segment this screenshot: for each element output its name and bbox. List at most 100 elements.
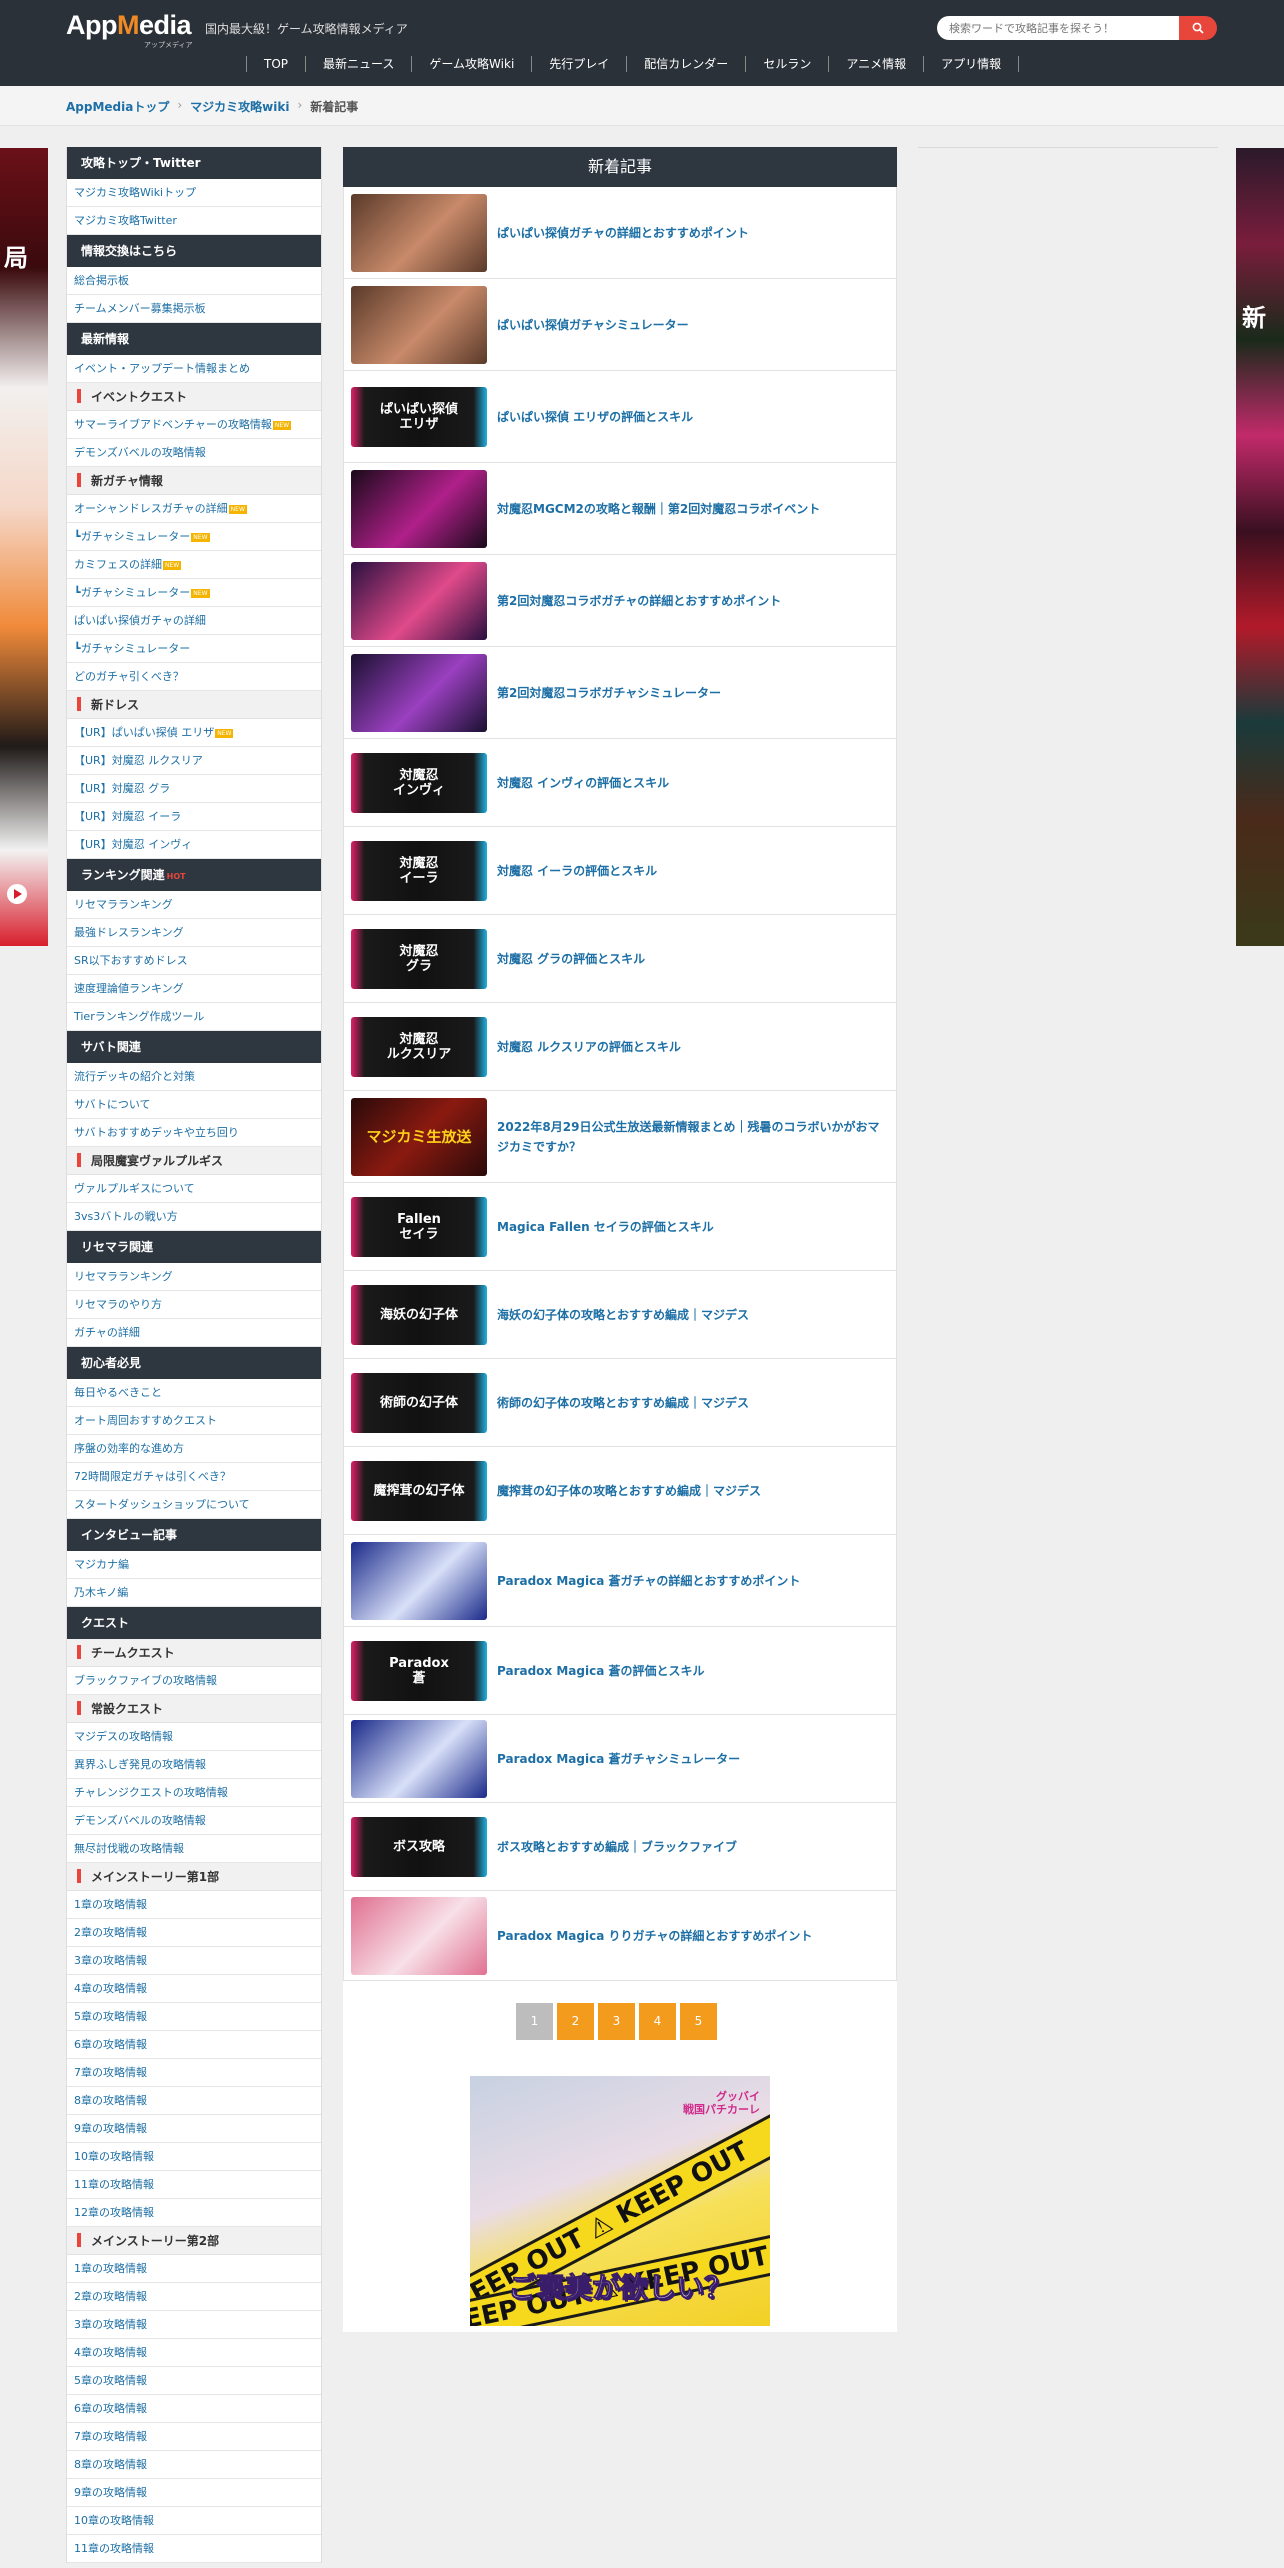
sidebar-link[interactable]: 【UR】ぱいぱい探偵 エリザ NEW bbox=[67, 719, 321, 747]
sidebar-link[interactable]: カミフェスの詳細 NEW bbox=[67, 551, 321, 579]
sidebar-link[interactable]: どのガチャ引くべき？ bbox=[67, 663, 321, 691]
sidebar-link[interactable]: 流行デッキの紹介と対策 bbox=[67, 1063, 321, 1091]
nav-item[interactable]: TOP bbox=[246, 56, 305, 72]
article-title-link[interactable]: ボス攻略とおすすめ編成｜ブラックファイブ bbox=[497, 1837, 886, 1857]
sidebar-link[interactable]: 毎日やるべきこと bbox=[67, 1379, 321, 1407]
sidebar-link[interactable]: 9章の攻略情報 bbox=[67, 2115, 321, 2143]
page-5-button[interactable]: 5 bbox=[680, 2003, 717, 2040]
article-thumbnail[interactable]: 海妖の幻子体 bbox=[351, 1285, 487, 1345]
left-side-banner-ad[interactable]: 局 bbox=[0, 148, 48, 946]
banner-ad[interactable]: グッバイ 戦国パチカーレ KEEP OUT ⚠ KEEP OUT KEEP OU… bbox=[470, 2076, 770, 2326]
sidebar-link[interactable]: 最強ドレスランキング bbox=[67, 919, 321, 947]
sidebar-link[interactable]: 3vs3バトルの戦い方 bbox=[67, 1203, 321, 1231]
appmedia-logo[interactable]: AppMedia アップメディア bbox=[66, 8, 194, 49]
article-row[interactable]: 対魔忍 グラ 対魔忍 グラの評価とスキル bbox=[343, 915, 897, 1003]
article-row[interactable]: 第2回対魔忍コラボガチャの詳細とおすすめポイント bbox=[343, 555, 897, 647]
sidebar-link[interactable]: 1章の攻略情報 bbox=[67, 2255, 321, 2283]
article-row[interactable]: Paradox Magica 蒼ガチャシミュレーター bbox=[343, 1715, 897, 1803]
article-title-link[interactable]: 対魔忍 インヴィの評価とスキル bbox=[497, 773, 886, 793]
page-1-button[interactable]: 1 bbox=[516, 2003, 553, 2040]
sidebar-link[interactable]: ┗ガチャシミュレーター NEW bbox=[67, 579, 321, 607]
breadcrumb-appmedia-top[interactable]: AppMediaトップ bbox=[66, 98, 169, 115]
sidebar-link[interactable]: ガチャの詳細 bbox=[67, 1319, 321, 1347]
article-row[interactable]: 対魔忍 イーラ 対魔忍 イーラの評価とスキル bbox=[343, 827, 897, 915]
article-row[interactable]: Paradox Magica りりガチャの詳細とおすすめポイント bbox=[343, 1891, 897, 1981]
sidebar-link[interactable]: マジカミ攻略Twitter bbox=[67, 207, 321, 235]
nav-item[interactable]: アニメ情報 bbox=[828, 56, 923, 72]
sidebar-link[interactable]: ┗ガチャシミュレーター bbox=[67, 635, 321, 663]
sidebar-link[interactable]: 2章の攻略情報 bbox=[67, 2283, 321, 2311]
sidebar-link[interactable]: リセマラランキング bbox=[67, 891, 321, 919]
sidebar-link[interactable]: オーシャンドレスガチャの詳細 NEW bbox=[67, 495, 321, 523]
sidebar-link[interactable]: 7章の攻略情報 bbox=[67, 2059, 321, 2087]
article-title-link[interactable]: 第2回対魔忍コラボガチャシミュレーター bbox=[497, 683, 886, 703]
nav-item[interactable]: 配信カレンダー bbox=[626, 56, 745, 72]
sidebar-link[interactable]: スタートダッシュショップについて bbox=[67, 1491, 321, 1519]
article-title-link[interactable]: Paradox Magica りりガチャの詳細とおすすめポイント bbox=[497, 1926, 886, 1946]
article-row[interactable]: 海妖の幻子体 海妖の幻子体の攻略とおすすめ編成｜マジデス bbox=[343, 1271, 897, 1359]
sidebar-link[interactable]: 10章の攻略情報 bbox=[67, 2507, 321, 2535]
sidebar-link[interactable]: 10章の攻略情報 bbox=[67, 2143, 321, 2171]
article-row[interactable]: Paradox 蒼 Paradox Magica 蒼の評価とスキル bbox=[343, 1627, 897, 1715]
breadcrumb-magicami-wiki[interactable]: マジカミ攻略wiki bbox=[190, 98, 289, 115]
sidebar-link[interactable]: リセマラランキング bbox=[67, 1263, 321, 1291]
article-title-link[interactable]: 対魔忍 グラの評価とスキル bbox=[497, 949, 886, 969]
right-side-banner-ad[interactable]: 新 bbox=[1236, 148, 1284, 946]
article-thumbnail[interactable]: 術師の幻子体 bbox=[351, 1373, 487, 1433]
sidebar-link[interactable]: 序盤の効率的な進め方 bbox=[67, 1435, 321, 1463]
sidebar-link[interactable]: デモンズバベルの攻略情報 bbox=[67, 439, 321, 467]
article-title-link[interactable]: Paradox Magica 蒼ガチャシミュレーター bbox=[497, 1749, 886, 1769]
sidebar-link[interactable]: 7章の攻略情報 bbox=[67, 2423, 321, 2451]
article-title-link[interactable]: 海妖の幻子体の攻略とおすすめ編成｜マジデス bbox=[497, 1305, 886, 1325]
article-thumbnail[interactable] bbox=[351, 194, 487, 272]
sidebar-link[interactable]: 6章の攻略情報 bbox=[67, 2395, 321, 2423]
sidebar-link[interactable]: 11章の攻略情報 bbox=[67, 2535, 321, 2563]
sidebar-link[interactable]: チャレンジクエストの攻略情報 bbox=[67, 1779, 321, 1807]
sidebar-link[interactable]: 速度理論値ランキング bbox=[67, 975, 321, 1003]
article-thumbnail[interactable] bbox=[351, 1897, 487, 1975]
article-row[interactable]: ぱいぱい探偵ガチャシミュレーター bbox=[343, 279, 897, 371]
article-row[interactable]: 術師の幻子体 術師の幻子体の攻略とおすすめ編成｜マジデス bbox=[343, 1359, 897, 1447]
article-row[interactable]: 対魔忍 インヴィ 対魔忍 インヴィの評価とスキル bbox=[343, 739, 897, 827]
sidebar-link[interactable]: 【UR】対魔忍 インヴィ bbox=[67, 831, 321, 859]
sidebar-link[interactable]: ┗ガチャシミュレーター NEW bbox=[67, 523, 321, 551]
sidebar-link[interactable]: サバトおすすめデッキや立ち回り bbox=[67, 1119, 321, 1147]
sidebar-link[interactable]: 11章の攻略情報 bbox=[67, 2171, 321, 2199]
sidebar-link[interactable]: マジカナ編 bbox=[67, 1551, 321, 1579]
article-thumbnail[interactable]: ボス攻略 bbox=[351, 1817, 487, 1877]
sidebar-link[interactable]: Tierランキング作成ツール bbox=[67, 1003, 321, 1031]
sidebar-link[interactable]: 無尽討伐戦の攻略情報 bbox=[67, 1835, 321, 1863]
sidebar-link[interactable]: サマーライブアドベンチャーの攻略情報 NEW bbox=[67, 411, 321, 439]
sidebar-link[interactable]: 5章の攻略情報 bbox=[67, 2367, 321, 2395]
article-title-link[interactable]: 2022年8月29日公式生放送最新情報まとめ｜残暑のコラボいかがおマジカミですか… bbox=[497, 1117, 886, 1157]
sidebar-link[interactable]: 8章の攻略情報 bbox=[67, 2087, 321, 2115]
article-thumbnail[interactable]: ぱいぱい探偵 エリザ bbox=[351, 387, 487, 447]
sidebar-link[interactable]: 【UR】対魔忍 イーラ bbox=[67, 803, 321, 831]
page-3-button[interactable]: 3 bbox=[598, 2003, 635, 2040]
page-4-button[interactable]: 4 bbox=[639, 2003, 676, 2040]
sidebar-link[interactable]: ぱいぱい探偵ガチャの詳細 bbox=[67, 607, 321, 635]
article-row[interactable]: 魔搾茸の幻子体 魔搾茸の幻子体の攻略とおすすめ編成｜マジデス bbox=[343, 1447, 897, 1535]
article-thumbnail[interactable]: 対魔忍 ルクスリア bbox=[351, 1017, 487, 1077]
sidebar-link[interactable]: デモンズバベルの攻略情報 bbox=[67, 1807, 321, 1835]
sidebar-link[interactable]: ヴァルプルギスについて bbox=[67, 1175, 321, 1203]
article-row[interactable]: マジカミ生放送 2022年8月29日公式生放送最新情報まとめ｜残暑のコラボいかがお… bbox=[343, 1091, 897, 1183]
sidebar-link[interactable]: 【UR】対魔忍 ルクスリア bbox=[67, 747, 321, 775]
article-row[interactable]: 対魔忍 ルクスリア 対魔忍 ルクスリアの評価とスキル bbox=[343, 1003, 897, 1091]
article-row[interactable]: Fallen セイラ Magica Fallen セイラの評価とスキル bbox=[343, 1183, 897, 1271]
sidebar-link[interactable]: 5章の攻略情報 bbox=[67, 2003, 321, 2031]
sidebar-link[interactable]: サバトについて bbox=[67, 1091, 321, 1119]
article-title-link[interactable]: 魔搾茸の幻子体の攻略とおすすめ編成｜マジデス bbox=[497, 1481, 886, 1501]
sidebar-link[interactable]: 6章の攻略情報 bbox=[67, 2031, 321, 2059]
article-thumbnail[interactable] bbox=[351, 562, 487, 640]
search-button[interactable] bbox=[1179, 16, 1217, 40]
article-thumbnail[interactable]: 対魔忍 イーラ bbox=[351, 841, 487, 901]
sidebar-link[interactable]: オート周回おすすめクエスト bbox=[67, 1407, 321, 1435]
article-title-link[interactable]: ぱいぱい探偵ガチャの詳細とおすすめポイント bbox=[497, 223, 886, 243]
sidebar-link[interactable]: 2章の攻略情報 bbox=[67, 1919, 321, 1947]
article-row[interactable]: ボス攻略 ボス攻略とおすすめ編成｜ブラックファイブ bbox=[343, 1803, 897, 1891]
sidebar-link[interactable]: 4章の攻略情報 bbox=[67, 2339, 321, 2367]
sidebar-link[interactable]: 4章の攻略情報 bbox=[67, 1975, 321, 2003]
sidebar-link[interactable]: 9章の攻略情報 bbox=[67, 2479, 321, 2507]
article-title-link[interactable]: Paradox Magica 蒼ガチャの詳細とおすすめポイント bbox=[497, 1571, 886, 1591]
